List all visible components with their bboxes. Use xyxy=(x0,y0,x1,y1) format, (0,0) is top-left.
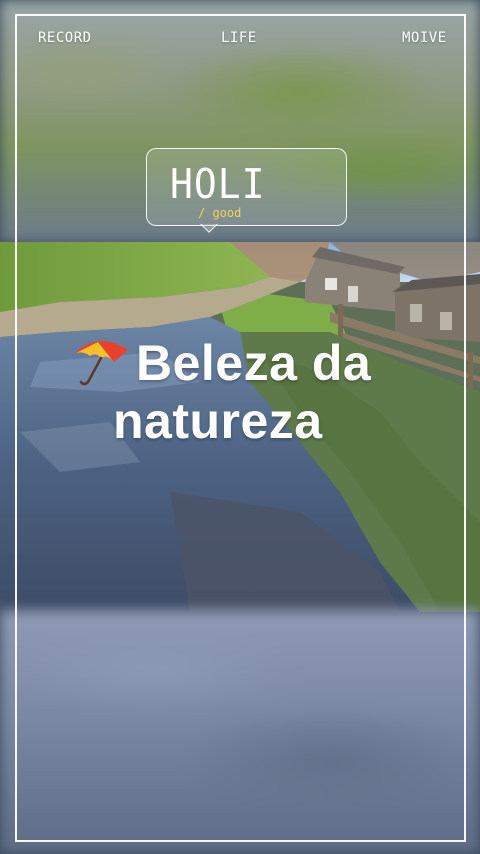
caption-line-2: natureza xyxy=(113,393,323,449)
caption-text-1: Beleza da xyxy=(136,335,372,391)
nav-record[interactable]: RECORD xyxy=(38,30,92,46)
caption: Beleza da natureza xyxy=(68,332,468,450)
top-navigation: RECORD LIFE MOIVE xyxy=(0,30,480,50)
nav-moive[interactable]: MOIVE xyxy=(402,30,447,46)
nav-life[interactable]: LIFE xyxy=(221,30,257,46)
bubble-title: HOLI xyxy=(170,160,266,208)
story-canvas: RECORD LIFE MOIVE HOLI / good Beleza da … xyxy=(0,0,480,854)
caption-line-1: Beleza da xyxy=(68,332,468,392)
speech-bubble-tail xyxy=(199,224,219,244)
umbrella-icon xyxy=(68,332,134,386)
bubble-subtitle: / good xyxy=(198,206,242,220)
